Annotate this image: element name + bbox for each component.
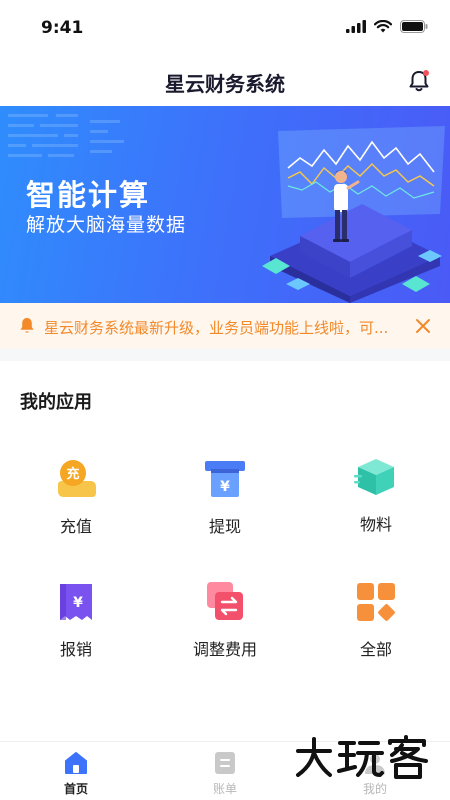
reimburse-receipt-icon: ¥: [60, 584, 92, 620]
notice-bell-icon: [20, 318, 34, 333]
svg-text:¥: ¥: [73, 595, 83, 611]
promo-banner[interactable]: 智能计算 解放大脑海量数据: [0, 106, 450, 303]
tab-label: 账单: [212, 782, 237, 796]
wifi-icon: [374, 20, 392, 33]
status-time: 9:41: [41, 18, 84, 38]
watermark-logo: [296, 735, 428, 779]
notification-bell-icon[interactable]: [406, 68, 432, 94]
adjust-fee-icon: [207, 582, 243, 620]
section-title-my-apps: 我的应用: [20, 392, 92, 413]
section-divider: [0, 349, 450, 361]
app-label: 报销: [59, 640, 92, 659]
tab-label: 首页: [63, 782, 88, 796]
app-label: 全部: [359, 640, 392, 659]
materials-box-icon: [354, 459, 394, 495]
svg-text:充: 充: [66, 466, 79, 482]
tab-label: 我的: [362, 782, 387, 796]
svg-text:¥: ¥: [220, 479, 230, 495]
app-label: 调整费用: [192, 640, 257, 659]
bill-icon: [215, 752, 235, 774]
notice-text: 星云财务系统最新升级，业务员端功能上线啦，可...: [44, 319, 389, 337]
banner-title: 智能计算: [26, 178, 151, 212]
app-reimburse[interactable]: ¥ 报销: [26, 580, 126, 660]
app-label: 充值: [59, 517, 92, 536]
page-title: 星云财务系统: [165, 72, 285, 96]
tab-home[interactable]: 首页: [36, 750, 116, 797]
status-icons: [346, 20, 428, 33]
home-icon: [65, 752, 87, 774]
app-label: 提现: [208, 517, 241, 536]
battery-icon: [400, 20, 428, 33]
tab-bill[interactable]: 账单: [185, 750, 265, 797]
banner-subtitle: 解放大脑海量数据: [26, 214, 187, 236]
recharge-icon: 充: [58, 460, 96, 497]
close-icon[interactable]: [414, 317, 432, 335]
app-all[interactable]: 全部: [326, 580, 426, 660]
all-apps-icon: [357, 583, 395, 621]
cellular-signal-icon: [346, 20, 366, 33]
nav-bar: 星云财务系统: [0, 56, 450, 106]
app-adjust-fee[interactable]: 调整费用: [175, 580, 275, 660]
app-withdraw[interactable]: ¥ 提现: [175, 457, 275, 537]
withdraw-icon: ¥: [205, 461, 245, 497]
app-recharge[interactable]: 充 充值: [26, 457, 126, 537]
status-bar: 9:41: [0, 0, 450, 56]
app-materials[interactable]: 物料: [326, 455, 426, 535]
notice-bar[interactable]: 星云财务系统最新升级，业务员端功能上线啦，可...: [0, 303, 450, 349]
app-label: 物料: [359, 515, 392, 534]
